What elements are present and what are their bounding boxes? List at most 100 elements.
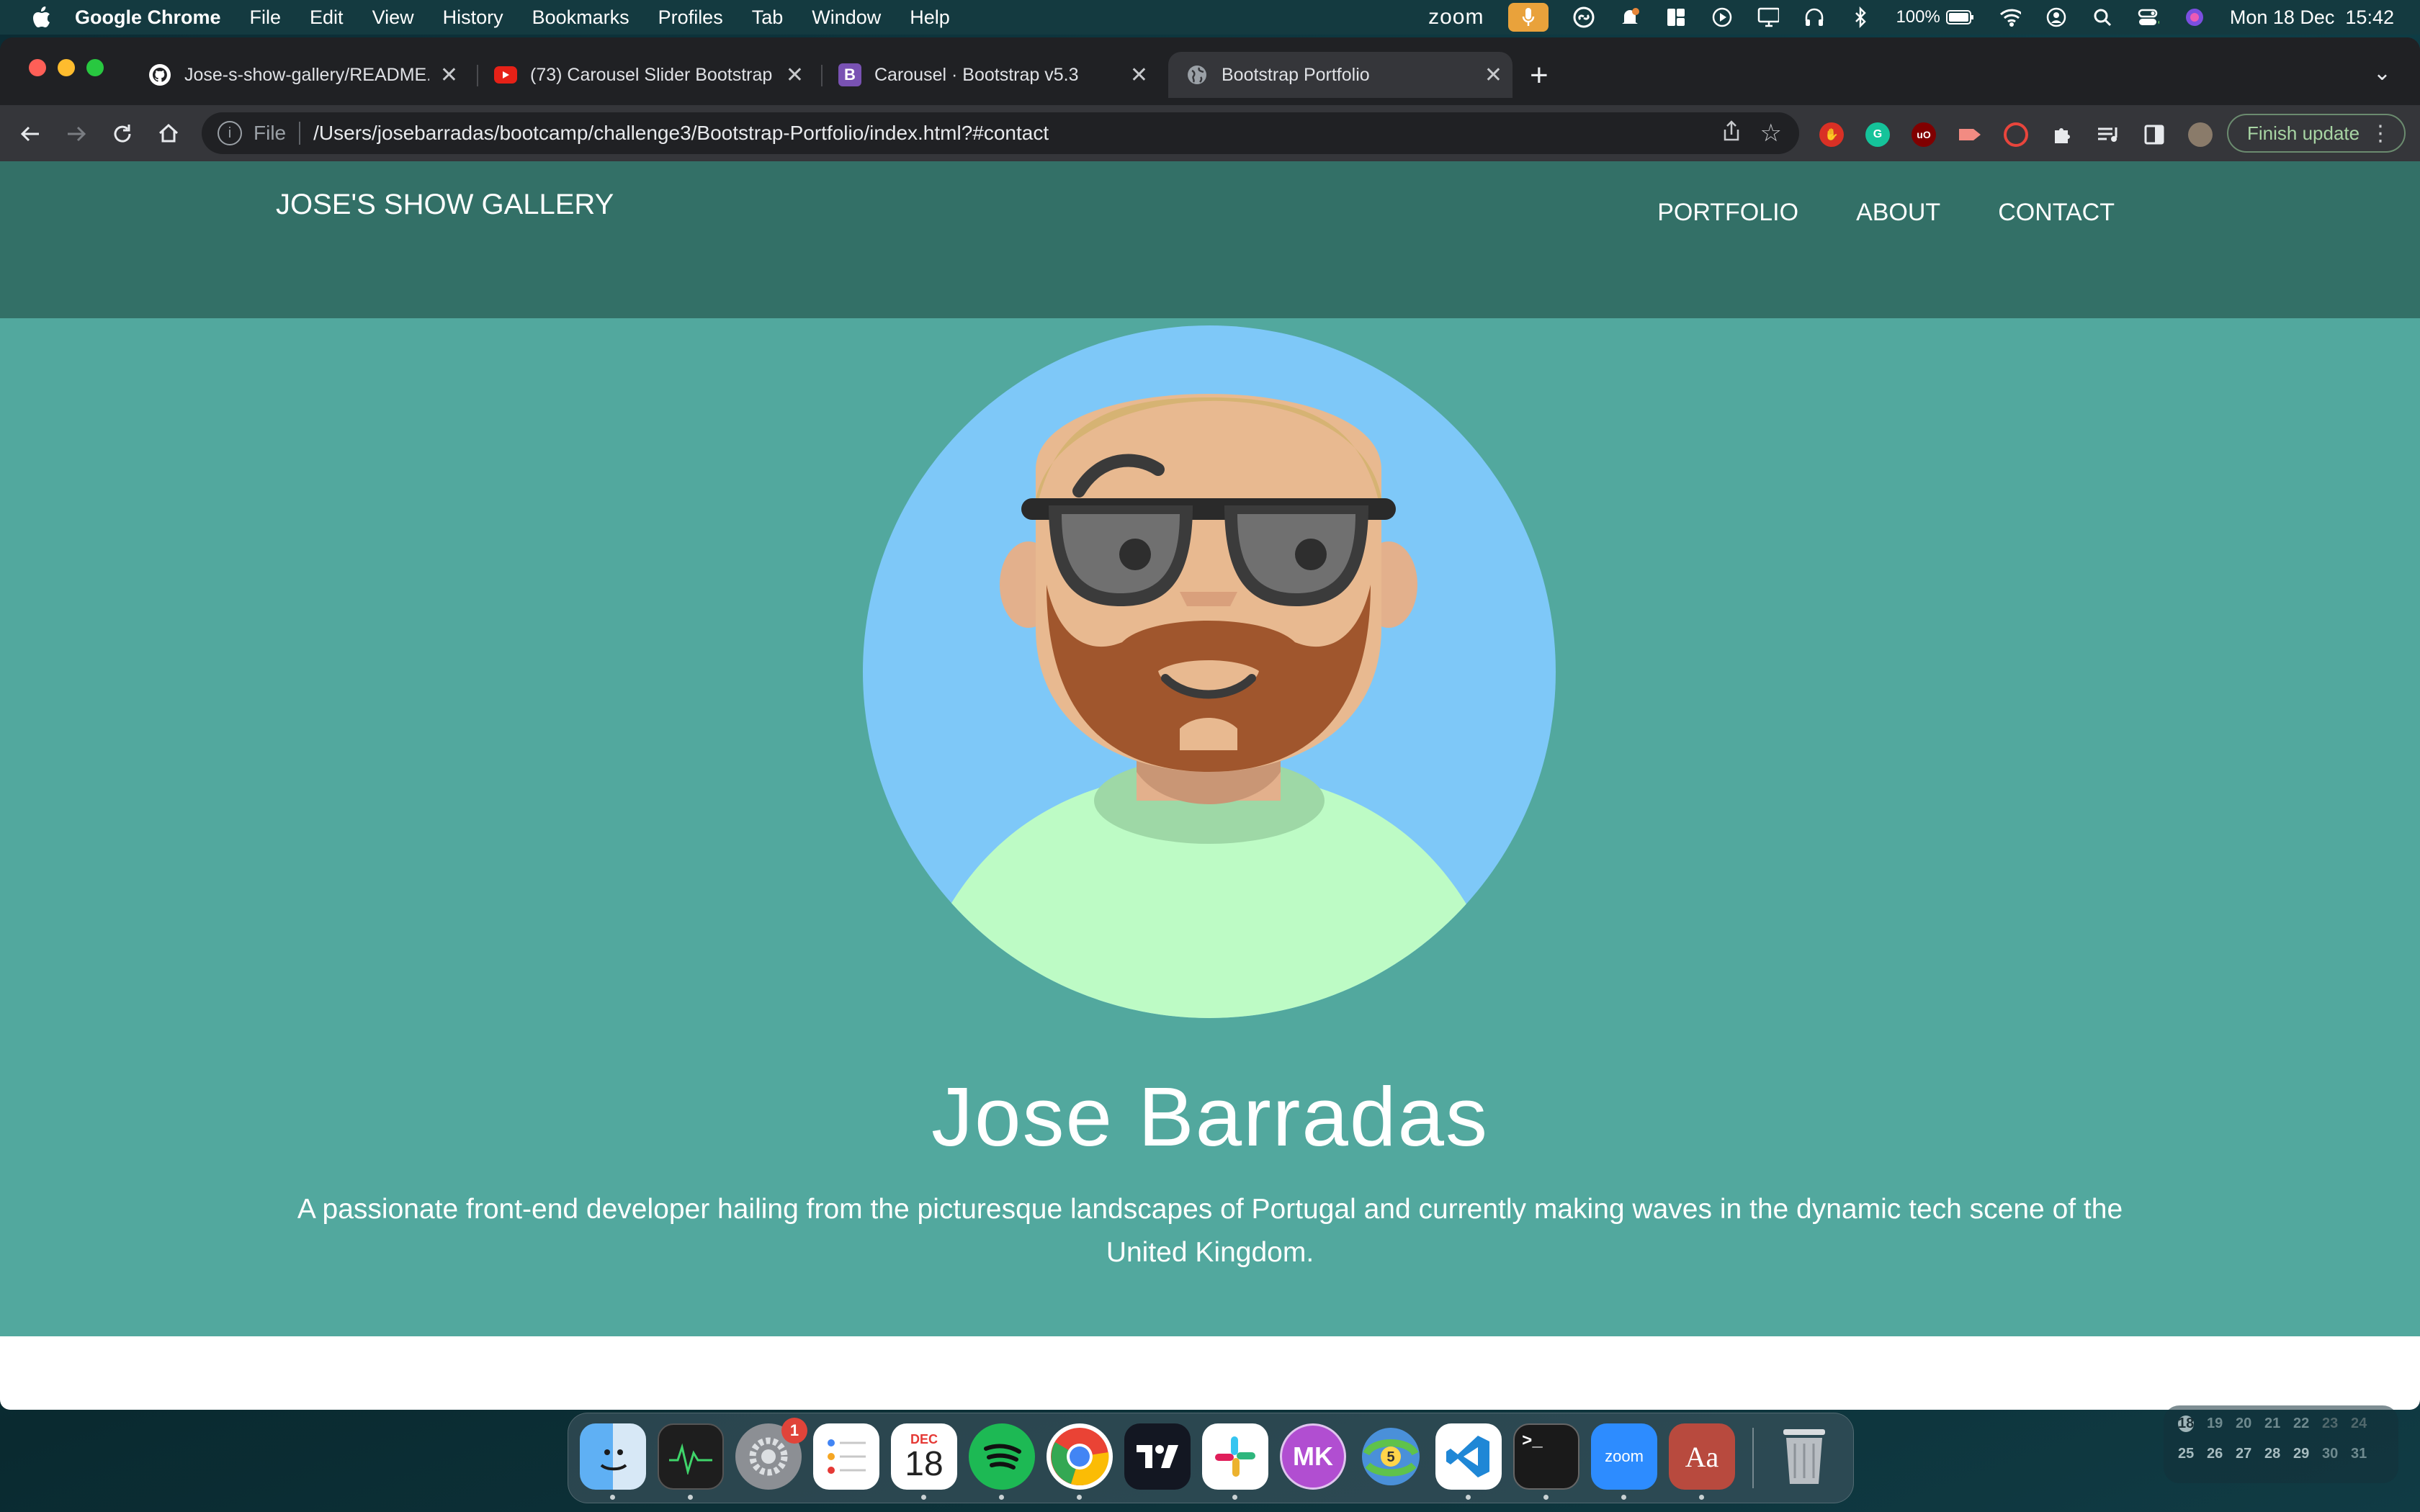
side-panel-icon[interactable] [2142,122,2166,147]
zoom-app-icon[interactable]: zoom [1591,1423,1657,1490]
trash-icon[interactable] [1771,1423,1837,1490]
ublock-extension-icon[interactable]: uO [1912,122,1936,147]
share-icon[interactable] [1721,120,1742,148]
chrome-window: Jose-s-show-gallery/README.md ✕ (73) Car… [0,37,2420,1410]
reading-list-icon[interactable] [2096,122,2120,147]
back-button[interactable] [16,120,45,148]
user-account-icon[interactable] [2045,6,2067,28]
menu-file[interactable]: File [250,6,282,29]
new-tab-button[interactable]: + [1530,58,1549,94]
opera-extension-icon[interactable] [2004,122,2028,147]
menu-app-name[interactable]: Google Chrome [75,6,221,29]
calendar-week-row: 18 19 20 21 22 23 24 [2178,1416,2367,1432]
layout-icon[interactable] [1665,6,1687,28]
tab-label: Carousel · Bootstrap v5.3 [874,64,1079,85]
bluetooth-icon[interactable] [1850,6,1871,28]
tab-bootstrap-carousel[interactable]: B Carousel · Bootstrap v5.3 ✕ [827,52,1158,98]
tab-search-chevron-icon[interactable]: ⌄ [2373,60,2391,86]
control-center-icon[interactable] [2138,6,2159,28]
close-window-button[interactable] [29,59,46,76]
close-tab-icon[interactable]: ✕ [440,63,458,88]
shazam-icon[interactable] [1573,6,1595,28]
apple-menu-icon[interactable] [26,0,58,35]
finish-update-label: Finish update [2247,122,2360,144]
play-icon[interactable] [1711,6,1733,28]
slack-icon[interactable] [1202,1423,1268,1490]
home-button[interactable] [154,120,183,148]
display-icon[interactable] [1757,6,1780,28]
microphone-icon[interactable] [1508,3,1549,32]
running-indicator [921,1495,926,1500]
mk-app-icon[interactable]: MK [1280,1423,1346,1490]
extensions-puzzle-icon[interactable] [2050,122,2074,147]
headphones-icon[interactable] [1803,6,1825,28]
forward-button[interactable] [62,120,91,148]
running-indicator [1077,1495,1082,1500]
chrome-menu-icon[interactable]: ⋮ [2370,121,2391,146]
nav-contact-link[interactable]: CONTACT [1998,199,2115,227]
siri-icon[interactable] [2184,6,2205,28]
site-info-icon[interactable]: i [218,121,242,145]
calendar-date: 29 [2293,1446,2310,1462]
zoom-window-button[interactable] [86,59,104,76]
video-extension-icon[interactable] [1958,122,1982,147]
calendar-date: 25 [2178,1446,2195,1462]
close-tab-icon[interactable]: ✕ [1484,63,1502,88]
metatrader-icon[interactable]: 5 [1358,1423,1424,1490]
bookmark-star-icon[interactable]: ☆ [1760,119,1782,148]
vscode-icon[interactable] [1435,1423,1502,1490]
zoom-status[interactable]: zoom [1428,5,1484,30]
grammarly-extension-icon[interactable]: G [1865,122,1890,147]
menu-edit[interactable]: Edit [310,6,344,29]
menu-bookmarks[interactable]: Bookmarks [532,6,629,29]
site-navbar: JOSE'S SHOW GALLERY PORTFOLIO ABOUT CONT… [0,161,2420,318]
menu-view[interactable]: View [372,6,414,29]
site-brand[interactable]: JOSE'S SHOW GALLERY [276,189,614,221]
terminal-icon[interactable]: >_ [1513,1423,1579,1490]
dictionary-icon[interactable]: Aa [1669,1423,1735,1490]
activity-monitor-icon[interactable] [658,1423,724,1490]
menu-help[interactable]: Help [910,6,950,29]
battery-percent: 100% [1896,7,1940,27]
finish-update-button[interactable]: Finish update ⋮ [2227,114,2406,153]
spotlight-search-icon[interactable] [2092,6,2113,28]
tradingview-icon[interactable] [1124,1423,1191,1490]
menu-profiles[interactable]: Profiles [658,6,723,29]
menu-window[interactable]: Window [812,6,881,29]
spotify-icon[interactable] [969,1423,1035,1490]
nav-about-link[interactable]: ABOUT [1856,199,1940,227]
address-bar[interactable]: i File /Users/josebarradas/bootcamp/chal… [202,112,1799,154]
nav-portfolio-link[interactable]: PORTFOLIO [1657,199,1798,227]
google-chrome-icon[interactable] [1047,1423,1113,1490]
minimize-window-button[interactable] [58,59,75,76]
running-indicator [610,1495,615,1500]
reload-button[interactable] [108,120,137,148]
calendar-icon[interactable]: DEC 18 [891,1423,957,1490]
tab-github-readme[interactable]: Jose-s-show-gallery/README.md ✕ [137,52,468,98]
profile-bio: A passionate front-end developer hailing… [297,1194,2123,1268]
tab-youtube-carousel[interactable]: (73) Carousel Slider Bootstrap ✕ [483,52,814,98]
running-indicator [1232,1495,1237,1500]
wifi-icon[interactable] [1999,6,2021,28]
tab-label: (73) Carousel Slider Bootstrap [530,64,773,85]
close-tab-icon[interactable]: ✕ [786,63,804,88]
menu-history[interactable]: History [443,6,503,29]
adblock-extension-icon[interactable]: ✋ [1819,122,1844,147]
menu-datetime[interactable]: Mon 18 Dec 15:42 [2230,6,2394,29]
tab-bootstrap-portfolio[interactable]: Bootstrap Portfolio ✕ [1168,52,1512,98]
close-tab-icon[interactable]: ✕ [1130,63,1148,88]
url-text[interactable]: /Users/josebarradas/bootcamp/challenge3/… [313,122,1049,145]
menu-tab[interactable]: Tab [752,6,784,29]
profile-avatar[interactable] [2188,122,2213,147]
running-indicator [1699,1495,1704,1500]
calendar-widget[interactable]: 18 19 20 21 22 23 24 25 26 27 28 29 30 3… [2164,1405,2398,1483]
github-icon [148,63,171,86]
reminders-icon[interactable] [813,1423,879,1490]
notifications-icon[interactable] [1619,6,1641,28]
system-settings-icon[interactable]: 1 [735,1418,807,1490]
finder-icon[interactable] [580,1423,646,1490]
running-indicator [1543,1495,1549,1500]
battery-status[interactable]: 100% [1896,7,1974,27]
window-controls [29,59,104,76]
tab-divider [477,65,478,86]
